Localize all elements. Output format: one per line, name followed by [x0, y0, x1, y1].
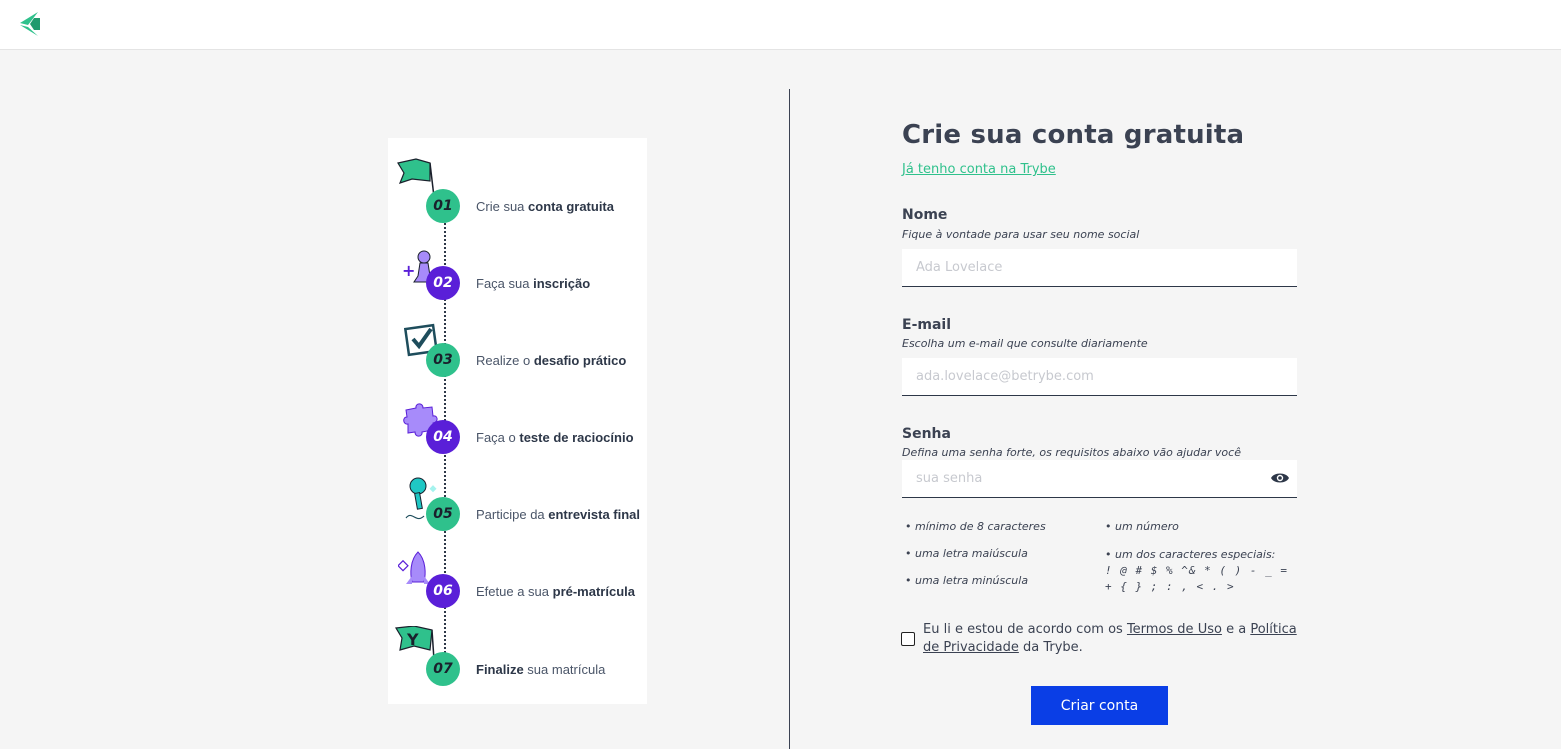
name-input[interactable] [902, 249, 1297, 287]
step-label: Realize o desafio prático [476, 353, 627, 368]
svg-text:Y: Y [406, 630, 419, 649]
vertical-divider [789, 89, 790, 749]
step-number: 07 [426, 652, 460, 686]
step-07: Y 07 Finalize sua matrícula [388, 626, 647, 704]
create-account-button[interactable]: Criar conta [1031, 686, 1168, 725]
step-04: 04 Faça o teste de raciocínio [388, 402, 647, 472]
step-number: 03 [426, 343, 460, 377]
step-number: 04 [426, 420, 460, 454]
req-number: • um número [1105, 520, 1179, 533]
step-label: Efetue a sua pré-matrícula [476, 584, 635, 599]
step-label: Crie sua conta gratuita [476, 199, 614, 214]
step-05: 05 Participe da entrevista final [388, 477, 647, 549]
name-label: Nome [902, 207, 948, 223]
step-label: Participe da entrevista final [476, 507, 641, 522]
step-number: 05 [426, 497, 460, 531]
email-label: E-mail [902, 317, 952, 333]
req-special: • um dos caracteres especiais: ! @ # $ %… [1105, 547, 1295, 595]
top-bar [0, 0, 1561, 50]
step-03: 03 Realize o desafio prático [388, 323, 647, 395]
password-input[interactable] [902, 460, 1297, 498]
terms-of-use-link[interactable]: Termos de Uso [1127, 622, 1222, 637]
trybe-logo-icon[interactable] [16, 10, 44, 38]
req-special-chars: ! @ # $ % ^& * ( ) - _ = + { } ; : , < .… [1105, 564, 1288, 593]
req-min-chars: • mínimo de 8 caracteres [905, 520, 1046, 533]
page-title: Crie sua conta gratuita [902, 120, 1245, 150]
req-special-label: • um dos caracteres especiais: [1105, 548, 1276, 561]
step-06: 06 Efetue a sua pré-matrícula [388, 551, 647, 626]
email-hint: Escolha um e-mail que consulte diariamen… [902, 337, 1148, 350]
req-lowercase: • uma letra minúscula [905, 574, 1029, 587]
enrollment-steps-panel: 01 Crie sua conta gratuita + 02 Faça sua… [388, 138, 647, 704]
step-01: 01 Crie sua conta gratuita [388, 158, 647, 241]
step-number: 01 [426, 189, 460, 223]
terms-text: Eu li e estou de acordo com os Termos de… [923, 622, 1297, 655]
signup-form-header: Crie sua conta gratuita Já tenho conta n… [902, 120, 1298, 177]
svg-text:+: + [402, 261, 415, 280]
password-label: Senha [902, 426, 951, 442]
name-hint: Fique à vontade para usar seu nome socia… [902, 228, 1140, 241]
login-link[interactable]: Já tenho conta na Trybe [902, 162, 1056, 177]
step-number: 02 [426, 266, 460, 300]
password-hint: Defina uma senha forte, os requisitos ab… [902, 446, 1241, 459]
terms-checkbox[interactable] [901, 632, 915, 646]
step-label: Faça o teste de raciocínio [476, 430, 634, 445]
step-number: 06 [426, 574, 460, 608]
req-uppercase: • uma letra maiúscula [905, 547, 1028, 560]
eye-icon[interactable] [1270, 471, 1290, 485]
step-label: Finalize sua matrícula [476, 662, 606, 677]
step-02: + 02 Faça sua inscrição [388, 248, 647, 318]
step-label: Faça sua inscrição [476, 276, 591, 291]
email-input[interactable] [902, 358, 1297, 396]
